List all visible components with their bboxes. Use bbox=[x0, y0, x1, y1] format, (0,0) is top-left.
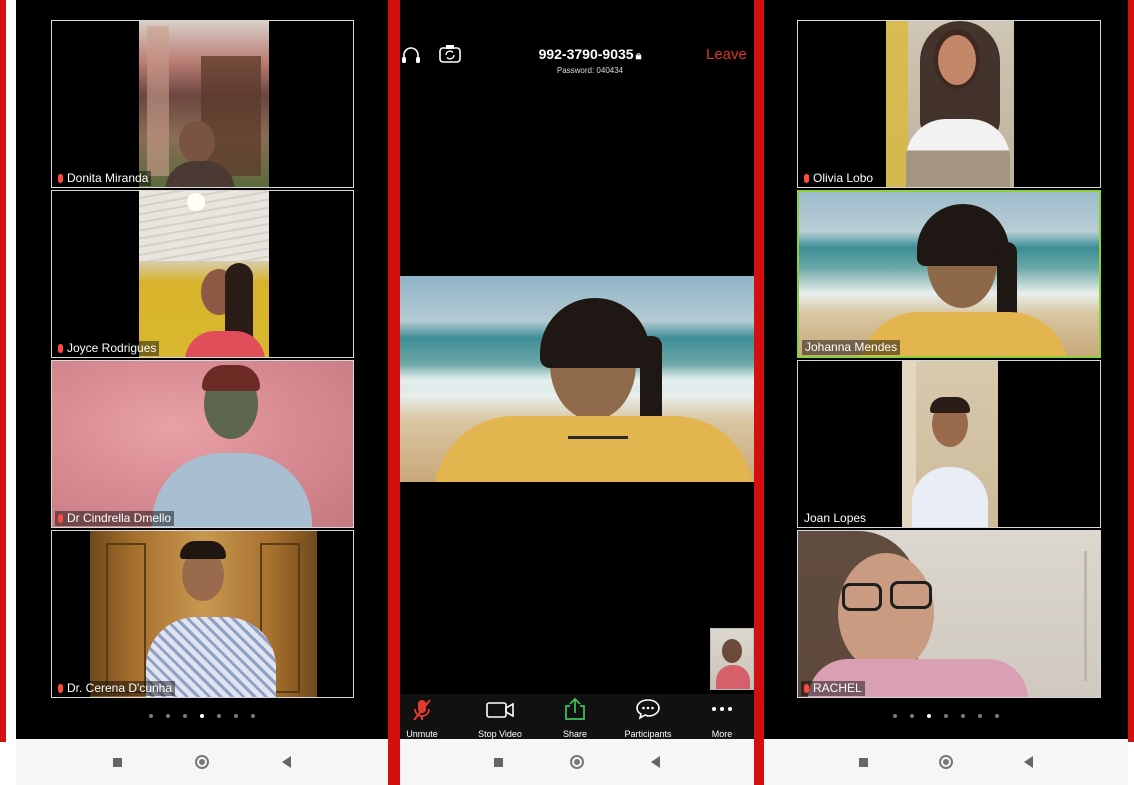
frame-divider bbox=[1128, 0, 1134, 742]
status-bar bbox=[16, 0, 388, 10]
participant-tile[interactable]: Joyce Rodrigues bbox=[51, 190, 354, 358]
mic-muted-icon bbox=[804, 684, 809, 693]
meeting-password: Password: 040434 bbox=[556, 66, 624, 75]
lock-icon: 🔒︎ bbox=[635, 50, 642, 62]
page-dot bbox=[893, 714, 897, 718]
participant-name: Johanna Mendes bbox=[802, 340, 901, 355]
page-dot bbox=[183, 714, 187, 718]
self-view-thumbnail[interactable] bbox=[710, 628, 754, 690]
video-feed bbox=[886, 21, 1014, 187]
left-phone-screen: Donita Miranda Joyce Rodrigues Dr Cindre… bbox=[16, 0, 388, 785]
video-feed bbox=[799, 192, 1099, 356]
mic-muted-icon bbox=[58, 174, 63, 183]
mic-muted-icon bbox=[58, 344, 63, 353]
leave-button[interactable]: Leave bbox=[706, 46, 747, 63]
participant-name: Olivia Lobo bbox=[801, 171, 877, 186]
unmute-button[interactable]: Unmute bbox=[400, 694, 452, 739]
android-nav-bar bbox=[16, 739, 388, 785]
video-camera-icon bbox=[486, 702, 514, 718]
page-dot-active bbox=[200, 714, 204, 718]
page-dot bbox=[961, 714, 965, 718]
participant-name: Dr. Cerena D'cunha bbox=[55, 681, 176, 696]
page-dot bbox=[944, 714, 948, 718]
page-indicator[interactable] bbox=[764, 714, 1128, 718]
participant-tile[interactable]: Dr. Cerena D'cunha bbox=[51, 530, 354, 698]
mic-muted-icon bbox=[413, 699, 431, 721]
recents-button[interactable] bbox=[859, 757, 869, 767]
stop-video-button[interactable]: Stop Video bbox=[470, 694, 530, 739]
page-dot bbox=[234, 714, 238, 718]
video-feed bbox=[139, 191, 269, 357]
page-indicator[interactable] bbox=[16, 714, 388, 718]
back-button[interactable] bbox=[651, 756, 661, 768]
video-feed bbox=[90, 531, 317, 697]
chat-bubble-icon bbox=[636, 699, 660, 720]
participant-tile[interactable]: Olivia Lobo bbox=[797, 20, 1101, 188]
frame-divider bbox=[754, 0, 764, 785]
mic-muted-icon bbox=[58, 514, 63, 523]
home-button[interactable] bbox=[569, 755, 584, 769]
meeting-id[interactable]: 992-3790-9035 🔒︎ bbox=[520, 46, 660, 63]
home-button[interactable] bbox=[194, 755, 209, 769]
back-button[interactable] bbox=[1023, 756, 1033, 768]
recents-button[interactable] bbox=[493, 757, 503, 767]
page-dot bbox=[149, 714, 153, 718]
page-dot bbox=[978, 714, 982, 718]
share-icon bbox=[565, 697, 585, 720]
participant-name: Dr Cindrella Dmello bbox=[55, 511, 175, 526]
more-dots-icon bbox=[712, 707, 732, 711]
share-button[interactable]: Share bbox=[545, 694, 605, 739]
participant-tile[interactable]: RACHEL bbox=[797, 530, 1101, 698]
mic-muted-icon bbox=[804, 174, 809, 183]
participant-tile-active-speaker[interactable]: Johanna Mendes bbox=[797, 190, 1101, 358]
page-dot bbox=[166, 714, 170, 718]
switch-camera-icon[interactable] bbox=[438, 44, 462, 69]
home-button[interactable] bbox=[938, 755, 953, 769]
android-nav-bar bbox=[764, 739, 1128, 785]
mic-muted-icon bbox=[58, 684, 63, 693]
video-feed bbox=[902, 361, 998, 527]
frame-divider bbox=[0, 0, 6, 742]
video-feed bbox=[52, 361, 353, 527]
participant-name: Donita Miranda bbox=[55, 171, 152, 186]
recents-button[interactable] bbox=[112, 757, 122, 767]
video-feed bbox=[798, 531, 1100, 697]
headphone-audio-icon[interactable] bbox=[401, 46, 421, 69]
page-dot bbox=[217, 714, 221, 718]
status-bar bbox=[400, 0, 754, 10]
participant-tile[interactable]: Donita Miranda bbox=[51, 20, 354, 188]
participant-name: RACHEL bbox=[801, 681, 865, 696]
more-button[interactable]: More bbox=[692, 694, 752, 739]
android-nav-bar bbox=[400, 739, 754, 785]
back-button[interactable] bbox=[282, 756, 292, 768]
video-feed bbox=[139, 21, 269, 187]
page-dot bbox=[995, 714, 999, 718]
participant-name: Joyce Rodrigues bbox=[55, 341, 160, 356]
participant-tile[interactable]: Joan Lopes bbox=[797, 360, 1101, 528]
right-phone-screen: Olivia Lobo Johanna Mendes Joan Lopes RA… bbox=[764, 0, 1128, 785]
status-bar bbox=[764, 0, 1128, 10]
participant-tile[interactable]: Dr Cindrella Dmello bbox=[51, 360, 354, 528]
frame-divider bbox=[388, 0, 400, 785]
participants-button[interactable]: Participants bbox=[618, 694, 678, 739]
page-dot bbox=[251, 714, 255, 718]
page-dot-active bbox=[927, 714, 931, 718]
center-phone-screen: 992-3790-9035 🔒︎ Password: 040434 Leave U… bbox=[400, 0, 754, 785]
participant-name: Joan Lopes bbox=[801, 511, 870, 526]
active-speaker-video bbox=[400, 276, 754, 482]
page-dot bbox=[910, 714, 914, 718]
